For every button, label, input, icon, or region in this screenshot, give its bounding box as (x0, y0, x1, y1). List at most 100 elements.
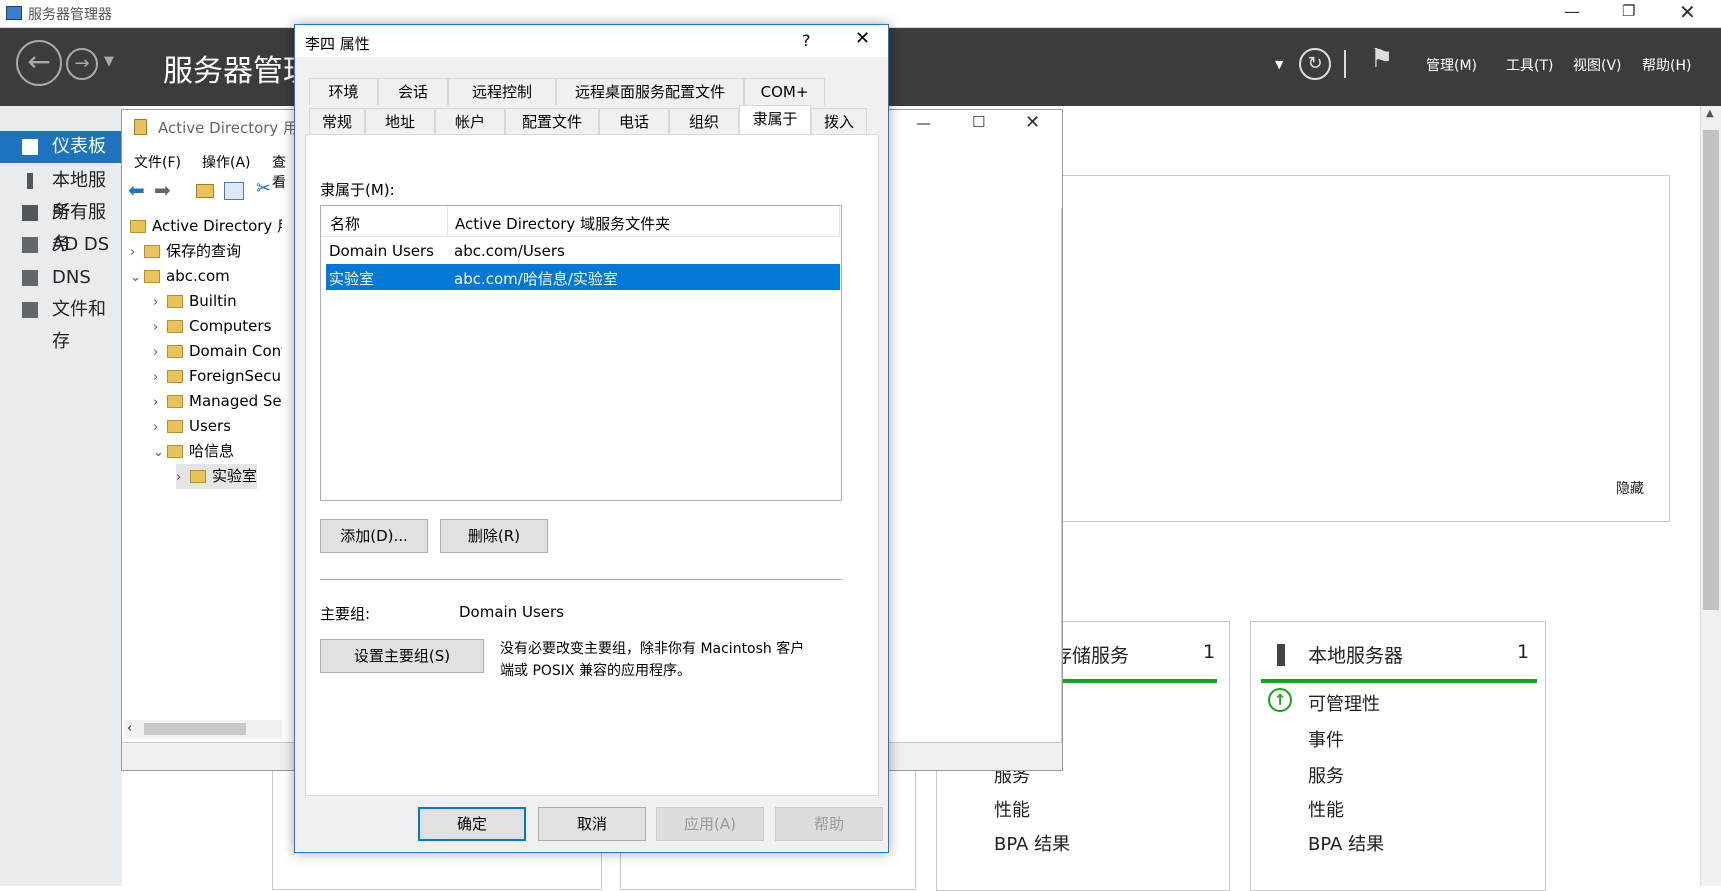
notifications-dropdown-icon[interactable]: ▼ (1275, 58, 1283, 71)
tree-item[interactable]: › Users (153, 414, 231, 439)
nav-label: DNS (52, 267, 91, 288)
expand-chevron-icon[interactable]: ⌄ (130, 265, 144, 289)
tab-rds-profile[interactable]: 远程桌面服务配置文件 (556, 78, 744, 105)
tab-com-plus[interactable]: COM+ (744, 78, 825, 105)
tab-profile[interactable]: 配置文件 (505, 108, 599, 135)
expand-chevron-icon[interactable]: › (176, 465, 190, 489)
ad-ds-icon (22, 237, 38, 253)
cancel-button[interactable]: 取消 (538, 807, 646, 841)
set-primary-group-button[interactable]: 设置主要组(S) (320, 639, 484, 673)
tab-remote-control[interactable]: 远程控制 (448, 78, 556, 105)
expand-chevron-icon[interactable]: › (130, 240, 144, 264)
nav-item-dashboard[interactable]: 仪表板 (0, 131, 122, 163)
tree-item[interactable]: ⌄ 哈信息 (153, 439, 234, 464)
menu-manage[interactable]: 管理(M) (1426, 55, 1477, 75)
help-icon[interactable]: ? (802, 31, 811, 50)
tile-link-performance[interactable]: 性能 (994, 796, 1030, 822)
tab-address[interactable]: 地址 (365, 108, 435, 135)
cut-icon[interactable]: ✂ (256, 178, 271, 199)
tile-link-performance[interactable]: 性能 (1308, 796, 1344, 822)
ad-hscrollbar[interactable]: ‹ (124, 720, 282, 738)
nav-label: 仪表板 (52, 136, 106, 157)
menu-help[interactable]: 帮助(H) (1642, 55, 1691, 75)
tile-local-server[interactable]: 本地服务器 1 ↑ 可管理性 事件 服务 性能 BPA 结果 (1250, 621, 1546, 891)
back-icon[interactable]: ⬅ (128, 178, 145, 202)
tree-label: Domain Cont (189, 342, 282, 360)
menu-action[interactable]: 操作(A) (202, 152, 251, 172)
menu-view[interactable]: 视图(V) (1573, 55, 1622, 75)
minimize-icon[interactable]: — (1564, 2, 1580, 21)
restore-icon[interactable]: ❐ (1622, 2, 1635, 20)
tree-item[interactable]: › Domain Cont (153, 339, 282, 364)
tree-item[interactable]: › 保存的查询 (130, 239, 241, 264)
tab-dial-in[interactable]: 拨入 (811, 108, 867, 135)
tile-link-bpa[interactable]: BPA 结果 (1308, 830, 1384, 856)
tree-item[interactable]: › Computers (153, 314, 271, 339)
close-icon[interactable]: ✕ (1679, 0, 1696, 24)
nav-item-file-storage[interactable]: 文件和存 (0, 294, 122, 352)
menu-file[interactable]: 文件(F) (134, 152, 181, 172)
nav-item-all-servers[interactable]: 所有服务 (0, 197, 122, 255)
scroll-left-icon[interactable]: ‹ (127, 721, 132, 736)
tile-link-bpa[interactable]: BPA 结果 (994, 830, 1070, 856)
tab-account[interactable]: 帐户 (435, 108, 505, 135)
tree-root[interactable]: Active Directory 用户 (130, 214, 282, 239)
scrollbar-thumb[interactable] (1703, 130, 1719, 610)
expand-chevron-icon[interactable]: › (153, 290, 167, 314)
apply-button[interactable]: 应用(A) (656, 807, 764, 841)
tree-item[interactable]: › ForeignSecur (153, 364, 282, 389)
nav-item-ad-ds[interactable]: AD DS (0, 229, 122, 261)
refresh-icon[interactable]: ↻ (1299, 48, 1331, 80)
up-folder-icon[interactable] (196, 184, 214, 198)
tree-item[interactable]: › Managed Se (153, 389, 282, 414)
tile-link-services[interactable]: 服务 (1308, 762, 1344, 788)
remove-button[interactable]: 删除(R) (440, 519, 548, 553)
expand-chevron-icon[interactable]: › (153, 415, 167, 439)
expand-chevron-icon[interactable]: › (153, 365, 167, 389)
forward-icon[interactable]: ➡ (154, 178, 171, 202)
list-item[interactable]: Domain Users abc.com/Users (326, 238, 840, 264)
tab-telephones[interactable]: 电话 (599, 108, 669, 135)
history-dropdown-icon[interactable]: ▼ (104, 54, 114, 69)
nav-item-local-server[interactable]: 本地服务 (0, 165, 122, 223)
ad-app-icon (134, 119, 147, 135)
tree-item[interactable]: ⌄ abc.com (130, 264, 230, 289)
nav-item-dns[interactable]: DNS (0, 262, 122, 294)
divider (320, 579, 842, 580)
back-icon[interactable]: ← (16, 40, 62, 86)
list-item-selected[interactable]: 实验室 abc.com/哈信息/实验室 (326, 264, 840, 290)
scrollbar-thumb[interactable] (144, 723, 246, 735)
forward-icon[interactable]: → (66, 48, 98, 80)
add-button[interactable]: 添加(D)... (320, 519, 428, 553)
scroll-up-icon[interactable]: ▲ (1706, 108, 1714, 119)
tree-item[interactable]: › 实验室 (176, 464, 258, 489)
tab-sessions[interactable]: 会话 (378, 78, 448, 105)
minimize-icon[interactable]: — (916, 114, 931, 132)
expand-chevron-icon[interactable]: › (153, 340, 167, 364)
column-header-folder[interactable]: Active Directory 域服务文件夹 (455, 213, 670, 234)
ok-button[interactable]: 确定 (418, 807, 526, 841)
tab-organization[interactable]: 组织 (669, 108, 739, 135)
main-scrollbar[interactable]: ▲ (1700, 106, 1721, 886)
member-of-list[interactable]: 名称 Active Directory 域服务文件夹 Domain Users … (320, 205, 842, 501)
flag-icon[interactable]: ⚑ (1370, 44, 1393, 74)
tab-member-of[interactable]: 隶属于 (739, 105, 811, 135)
close-icon[interactable]: ✕ (1025, 112, 1040, 133)
menu-tools[interactable]: 工具(T) (1506, 55, 1553, 75)
maximize-icon[interactable]: ☐ (972, 113, 985, 131)
expand-chevron-icon[interactable]: › (153, 315, 167, 339)
expand-chevron-icon[interactable]: ⌄ (153, 440, 167, 464)
hide-link[interactable]: 隐藏 (1616, 478, 1644, 498)
close-icon[interactable]: ✕ (855, 28, 870, 49)
tile-link-manageability[interactable]: 可管理性 (1308, 690, 1380, 716)
console-tree-icon[interactable] (224, 182, 244, 200)
column-header-name[interactable]: 名称 (330, 213, 360, 234)
tree-item[interactable]: › Builtin (153, 289, 237, 314)
expand-chevron-icon[interactable]: › (153, 390, 167, 414)
tab-content: 隶属于(M): 名称 Active Directory 域服务文件夹 Domai… (305, 134, 879, 796)
tab-environment[interactable]: 环境 (309, 78, 378, 105)
help-button[interactable]: 帮助 (775, 807, 883, 841)
tab-general[interactable]: 常规 (309, 108, 365, 135)
welcome-panel: 隐藏 (1055, 175, 1670, 522)
tile-link-events[interactable]: 事件 (1308, 726, 1344, 752)
